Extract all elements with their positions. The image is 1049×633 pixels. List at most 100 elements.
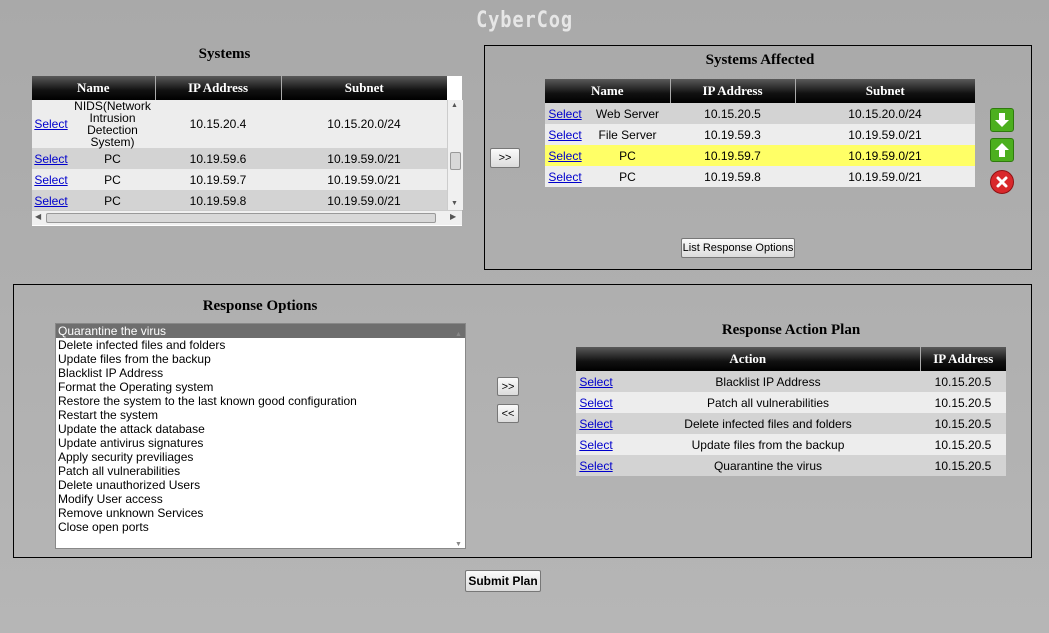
- system-name: PC: [70, 169, 155, 190]
- list-item[interactable]: Modify User access: [56, 492, 465, 506]
- table-row: Select Update files from the backup 10.1…: [576, 434, 1006, 455]
- submit-plan-button[interactable]: Submit Plan: [465, 570, 541, 592]
- scroll-thumb[interactable]: [46, 213, 436, 223]
- add-system-button[interactable]: >>: [490, 148, 520, 168]
- list-item[interactable]: Update the attack database: [56, 422, 465, 436]
- plan-col-ip: IP Address: [920, 347, 1006, 371]
- systems-heading: Systems: [198, 46, 251, 62]
- move-up-button[interactable]: [990, 138, 1014, 162]
- plan-ip: 10.15.20.5: [920, 371, 1006, 392]
- system-ip: 10.15.20.4: [155, 100, 281, 148]
- system-ip: 10.19.59.8: [155, 190, 281, 211]
- system-ip: 10.19.59.3: [670, 124, 795, 145]
- select-link[interactable]: Select: [579, 459, 612, 473]
- select-link[interactable]: Select: [34, 152, 67, 166]
- system-subnet: 10.19.59.0/21: [281, 148, 447, 169]
- action-plan-table-container: Action IP Address Select Blacklist IP Ad…: [576, 347, 1006, 476]
- table-row: Select PC 10.19.59.8 10.19.59.0/21: [545, 166, 975, 187]
- plan-ip: 10.15.20.5: [920, 434, 1006, 455]
- list-item[interactable]: Delete unauthorized Users: [56, 478, 465, 492]
- response-options-list[interactable]: Quarantine the virus Delete infected fil…: [55, 323, 466, 549]
- systems-col-ip: IP Address: [155, 76, 282, 100]
- system-name: NIDS(Network Intrusion Detection System): [70, 100, 155, 148]
- select-link[interactable]: Select: [548, 128, 581, 142]
- list-item[interactable]: Update files from the backup: [56, 352, 465, 366]
- action-plan-heading: Response Action Plan: [721, 322, 861, 338]
- affected-col-name: Name: [545, 79, 671, 103]
- system-subnet: 10.19.59.0/21: [795, 166, 975, 187]
- system-subnet: 10.19.59.0/21: [281, 190, 447, 211]
- scroll-down-icon[interactable]: ▼: [451, 200, 458, 207]
- plan-col-action: Action: [576, 347, 921, 371]
- scroll-right-icon[interactable]: ▶: [450, 212, 456, 221]
- scroll-up-icon[interactable]: ▲: [451, 102, 458, 109]
- list-item[interactable]: Patch all vulnerabilities: [56, 464, 465, 478]
- system-subnet: 10.15.20.0/24: [281, 100, 447, 148]
- list-item[interactable]: Close open ports: [56, 520, 465, 534]
- affected-col-subnet: Subnet: [795, 79, 975, 103]
- select-link[interactable]: Select: [34, 173, 67, 187]
- list-item[interactable]: Update antivirus signatures: [56, 436, 465, 450]
- app-title: CyberCog: [476, 8, 573, 33]
- systems-hscrollbar[interactable]: ◀ ▶: [32, 210, 462, 225]
- system-subnet: 10.19.59.0/21: [795, 145, 975, 166]
- scroll-down-icon[interactable]: ▼: [455, 538, 462, 548]
- list-item[interactable]: Apply security previliages: [56, 450, 465, 464]
- list-vscrollbar[interactable]: ▲ ▼: [453, 326, 465, 548]
- list-item[interactable]: Restore the system to the last known goo…: [56, 394, 465, 408]
- scroll-left-icon[interactable]: ◀: [35, 212, 41, 221]
- system-name: PC: [70, 148, 155, 169]
- select-link[interactable]: Select: [548, 149, 581, 163]
- plan-ip: 10.15.20.5: [920, 455, 1006, 476]
- list-item[interactable]: Quarantine the virus: [56, 324, 465, 338]
- systems-vscrollbar[interactable]: ▲ ▼: [447, 100, 463, 210]
- list-response-options-button[interactable]: List Response Options: [681, 238, 795, 258]
- affected-table: Name IP Address Subnet Select Web Server…: [545, 79, 975, 187]
- list-item[interactable]: Format the Operating system: [56, 380, 465, 394]
- list-item[interactable]: Delete infected files and folders: [56, 338, 465, 352]
- plan-action: Update files from the backup: [616, 434, 920, 455]
- scroll-up-icon[interactable]: ▲: [455, 328, 462, 342]
- system-subnet: 10.19.59.0/21: [281, 169, 447, 190]
- select-link[interactable]: Select: [548, 170, 581, 184]
- systems-col-subnet: Subnet: [281, 76, 447, 100]
- table-row: Select PC 10.19.59.7 10.19.59.0/21: [32, 169, 447, 190]
- table-row: Select Delete infected files and folders…: [576, 413, 1006, 434]
- move-down-button[interactable]: [990, 108, 1014, 132]
- list-item[interactable]: Restart the system: [56, 408, 465, 422]
- system-name: PC: [70, 190, 155, 211]
- select-link[interactable]: Select: [579, 438, 612, 452]
- affected-heading: Systems Affected: [705, 52, 815, 68]
- system-subnet: 10.19.59.0/21: [795, 124, 975, 145]
- arrow-up-icon: [995, 143, 1009, 157]
- system-ip: 10.19.59.7: [155, 169, 281, 190]
- action-plan-table: Action IP Address Select Blacklist IP Ad…: [576, 347, 1006, 476]
- systems-table-container: Name IP Address Subnet Select NIDS(Netwo…: [32, 76, 463, 226]
- remove-system-button[interactable]: [990, 170, 1014, 194]
- list-item[interactable]: Blacklist IP Address: [56, 366, 465, 380]
- table-row-highlighted: Select PC 10.19.59.7 10.19.59.0/21: [545, 145, 975, 166]
- system-ip: 10.15.20.5: [670, 103, 795, 124]
- select-link[interactable]: Select: [579, 375, 612, 389]
- plan-action: Delete infected files and folders: [616, 413, 920, 434]
- affected-table-container: Name IP Address Subnet Select Web Server…: [545, 79, 975, 187]
- system-name: PC: [585, 166, 670, 187]
- scroll-thumb[interactable]: [450, 152, 461, 170]
- select-link[interactable]: Select: [34, 194, 67, 208]
- table-row: Select PC 10.19.59.6 10.19.59.0/21: [32, 148, 447, 169]
- affected-col-ip: IP Address: [670, 79, 796, 103]
- table-row: Select Quarantine the virus 10.15.20.5: [576, 455, 1006, 476]
- system-ip: 10.19.59.7: [670, 145, 795, 166]
- plan-ip: 10.15.20.5: [920, 392, 1006, 413]
- plan-action: Blacklist IP Address: [616, 371, 920, 392]
- table-row: Select NIDS(Network Intrusion Detection …: [32, 100, 447, 148]
- select-link[interactable]: Select: [579, 396, 612, 410]
- select-link[interactable]: Select: [548, 107, 581, 121]
- remove-action-button[interactable]: <<: [497, 404, 519, 423]
- response-options-heading: Response Options: [202, 298, 318, 314]
- list-item[interactable]: Remove unknown Services: [56, 506, 465, 520]
- table-row: Select Web Server 10.15.20.5 10.15.20.0/…: [545, 103, 975, 124]
- select-link[interactable]: Select: [34, 117, 67, 131]
- select-link[interactable]: Select: [579, 417, 612, 431]
- add-action-button[interactable]: >>: [497, 377, 519, 396]
